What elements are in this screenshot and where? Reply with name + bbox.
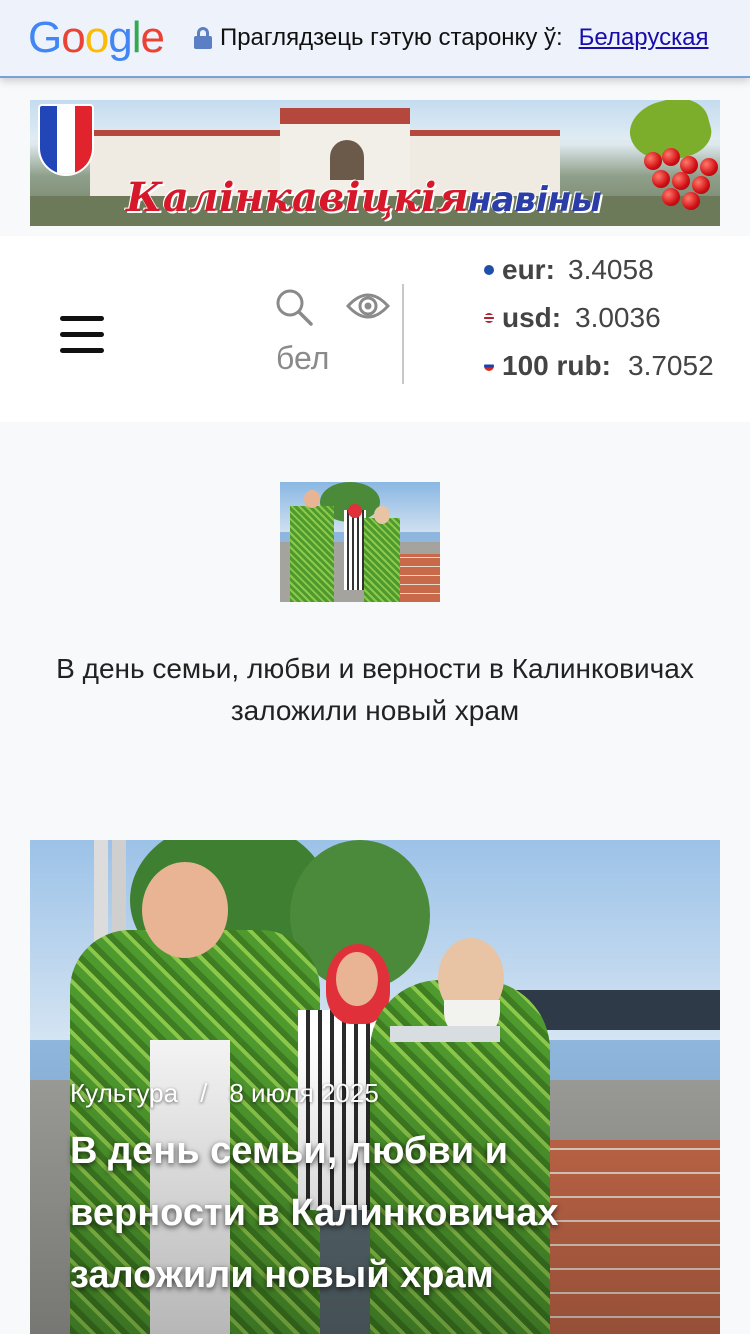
ru-flag-icon: [484, 361, 494, 371]
article-date: 8 июля 2025: [229, 1078, 379, 1108]
meta-separator: /: [200, 1078, 208, 1108]
article-meta: Культура / 8 июля 2025: [70, 1078, 379, 1109]
site-banner[interactable]: Калінкавіцкія навіны: [30, 100, 720, 226]
rate-rub: 100 rub: 3.7052: [484, 348, 734, 396]
search-icon[interactable]: [275, 288, 313, 326]
viburnum-berries-icon: [640, 148, 720, 218]
featured-caption[interactable]: В день семьи, любви и верности в Калинко…: [20, 648, 730, 732]
google-logo: Google: [28, 13, 165, 62]
banner-title-blue: навіны: [468, 180, 602, 220]
lock-icon: [193, 27, 212, 49]
eye-icon[interactable]: [346, 288, 390, 324]
divider: [402, 284, 404, 384]
currency-rates: eur: 3.4058 usd: 3.0036 100 rub: 3.7052: [484, 252, 734, 396]
translate-bar: Google Праглядзець гэтую старонку ў: Бел…: [0, 0, 750, 78]
site-header: бел eur: 3.4058 usd: 3.0036 100 rub: 3.7…: [0, 236, 750, 422]
coat-of-arms-icon: [38, 104, 94, 176]
article-card[interactable]: Культура / 8 июля 2025 В день семьи, любви…: [30, 840, 720, 1334]
featured-thumbnail[interactable]: [280, 482, 440, 602]
rate-usd: usd: 3.0036: [484, 300, 734, 348]
article-category[interactable]: Культура: [70, 1078, 178, 1108]
language-switch[interactable]: бел: [276, 340, 329, 377]
eu-flag-icon: [484, 265, 494, 275]
article-headline[interactable]: В день семьи, любви и верности в Калинко…: [70, 1120, 690, 1306]
translate-language-link[interactable]: Беларуская: [579, 24, 709, 52]
translate-prompt: Праглядзець гэтую старонку ў:: [219, 24, 563, 51]
us-flag-icon: [484, 313, 494, 323]
rate-eur: eur: 3.4058: [484, 252, 734, 300]
hamburger-icon[interactable]: [60, 316, 104, 354]
banner-title-red: Калінкавіцкія: [126, 174, 470, 221]
